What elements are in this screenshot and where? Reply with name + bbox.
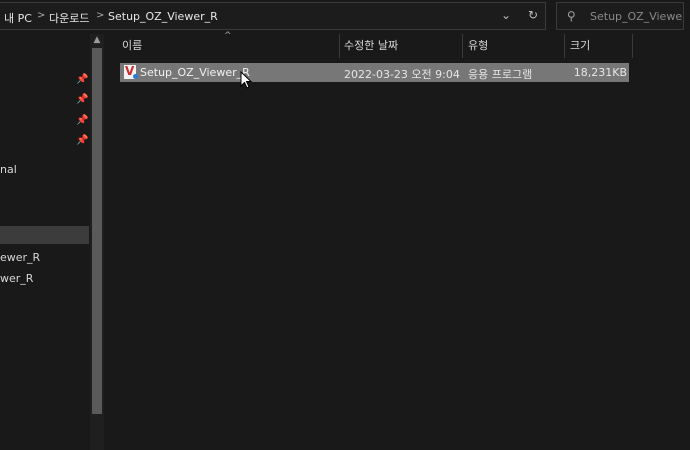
pin-icon[interactable]: 📌 (76, 74, 88, 86)
column-divider[interactable] (564, 34, 565, 58)
breadcrumb-separator[interactable]: > (37, 10, 45, 21)
scroll-up-icon[interactable]: ▲ (91, 35, 103, 45)
column-header-name[interactable]: 이름 (122, 34, 142, 58)
breadcrumb-current-folder[interactable]: Setup_OZ_Viewer_R (108, 10, 218, 23)
pin-icon[interactable]: 📌 (76, 115, 88, 127)
navigation-pane[interactable]: 📌 📌 📌 📌 nal ewer_R wer_R ▲ (0, 34, 104, 450)
breadcrumb-this-pc[interactable]: 내 PC (4, 10, 32, 26)
file-type: 응용 프로그램 (468, 68, 533, 81)
nav-item[interactable]: nal (0, 163, 17, 176)
nav-item-selected[interactable] (0, 226, 89, 244)
file-list[interactable]: ^ 이름 수정한 날짜 유형 크기 V Setup_OZ_Viewer_R 20… (104, 31, 690, 450)
file-size: 18,231KB (573, 66, 627, 79)
nav-item[interactable]: wer_R (0, 272, 33, 285)
nav-scrollbar-thumb[interactable] (92, 48, 102, 414)
installer-app-icon: V (124, 64, 138, 79)
column-header-type[interactable]: 유형 (468, 34, 488, 58)
column-divider[interactable] (462, 34, 463, 58)
nav-item[interactable]: ewer_R (0, 251, 40, 264)
column-divider[interactable] (632, 34, 633, 58)
column-divider[interactable] (339, 34, 340, 58)
chevron-down-icon[interactable]: ⌄ (498, 8, 514, 22)
search-placeholder: Setup_OZ_Viewer_... (590, 10, 682, 23)
breadcrumb-separator[interactable]: > (96, 10, 104, 21)
address-bar[interactable]: 내 PC > 다운로드 > Setup_OZ_Viewer_R ⌄ ↻ (0, 2, 546, 30)
pin-icon[interactable]: 📌 (76, 135, 88, 147)
pin-icon[interactable]: 📌 (76, 94, 88, 106)
file-date: 2022-03-23 오전 9:04 (344, 68, 460, 81)
search-icon: ⚲ (567, 9, 576, 23)
file-name: Setup_OZ_Viewer_R (140, 66, 250, 79)
column-header-date[interactable]: 수정한 날짜 (344, 34, 398, 58)
mouse-cursor-icon (240, 71, 253, 89)
file-row[interactable]: V Setup_OZ_Viewer_R 2022-03-23 오전 9:04 응… (120, 63, 629, 82)
breadcrumb-downloads[interactable]: 다운로드 (49, 10, 89, 26)
search-input[interactable]: ⚲ Setup_OZ_Viewer_... (556, 2, 684, 30)
sort-ascending-icon: ^ (224, 31, 232, 41)
refresh-icon[interactable]: ↻ (525, 8, 541, 22)
column-header-size[interactable]: 크기 (570, 34, 590, 58)
